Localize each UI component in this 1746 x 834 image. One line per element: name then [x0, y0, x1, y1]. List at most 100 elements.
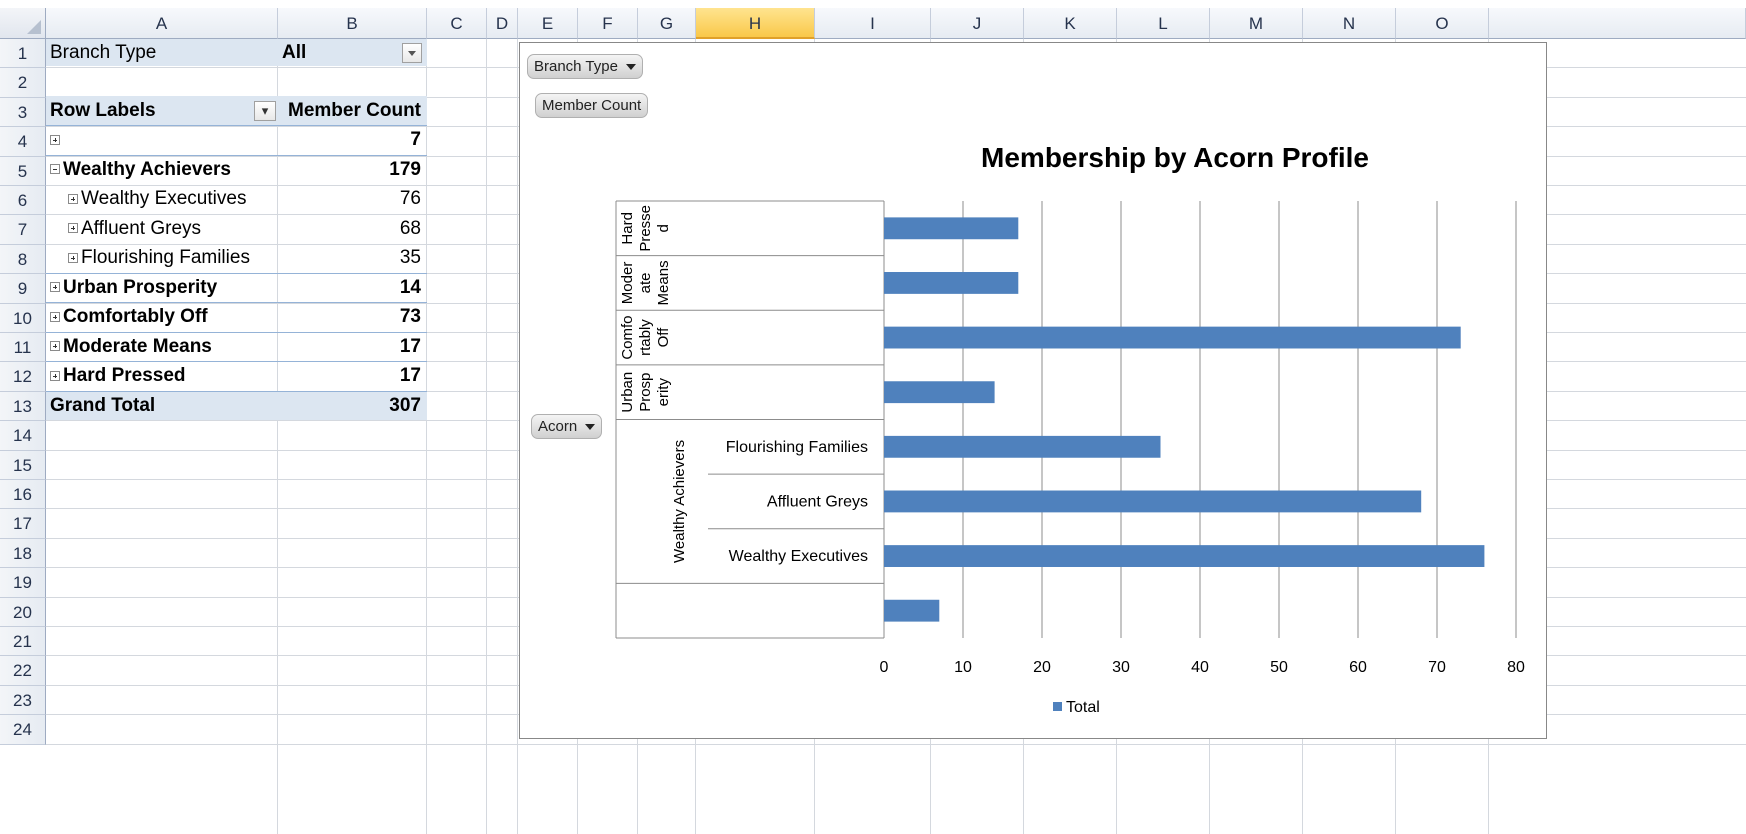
expand-plus-icon[interactable] [50, 341, 60, 352]
pivot-row-label: Comfortably Off [63, 306, 208, 327]
row-header-20[interactable]: 20 [0, 597, 46, 627]
group-label-line: Moder [619, 262, 636, 305]
bar [884, 599, 940, 622]
expand-plus-icon[interactable] [68, 252, 78, 263]
pivot-row-divider [46, 361, 427, 362]
column-header-f[interactable]: F [578, 8, 638, 39]
pivot-row[interactable]: Moderate Means [46, 332, 278, 362]
bar [884, 545, 1485, 567]
expand-plus-icon[interactable] [50, 370, 60, 381]
pivot-row[interactable]: Urban Prosperity [46, 273, 278, 303]
row-header-22[interactable]: 22 [0, 656, 46, 686]
column-header-l[interactable]: L [1117, 8, 1210, 39]
collapse-minus-icon[interactable] [50, 164, 60, 175]
expand-plus-icon[interactable] [50, 311, 60, 322]
row-header-8[interactable]: 8 [0, 244, 46, 275]
row-header-13[interactable]: 13 [0, 391, 46, 422]
pivot-row-value: 73 [399, 306, 421, 327]
row-gridline [46, 743, 1746, 745]
expand-plus-icon[interactable] [50, 282, 60, 293]
pivot-row-label: Wealthy Achievers [63, 158, 231, 180]
row-header-9[interactable]: 9 [0, 274, 46, 304]
chart-plot: Membership by Acorn Profile 0 10 20 30 40 50 60… [615, 142, 1525, 716]
chevron-down-icon [408, 51, 416, 56]
group-label-line: Means [655, 260, 672, 305]
row-header-21[interactable]: 21 [0, 627, 46, 657]
row-header-11[interactable]: 11 [0, 333, 46, 363]
row-header-4[interactable]: 4 [0, 127, 46, 157]
filter-label: Branch Type [50, 42, 157, 63]
row-header-3[interactable]: 3 [0, 97, 46, 128]
pivot-row-value: 17 [399, 365, 421, 386]
group-label-line: Hard [619, 212, 636, 245]
row-header-14[interactable]: 14 [0, 421, 46, 451]
column-header-e[interactable]: E [518, 8, 578, 39]
expand-plus-icon[interactable] [50, 134, 60, 145]
column-header-o[interactable]: O [1396, 8, 1489, 39]
sort-filter-button[interactable]: ▾ [254, 101, 276, 121]
row-header-7[interactable]: 7 [0, 215, 46, 245]
bar [884, 217, 1019, 240]
column-header-n[interactable]: N [1303, 8, 1396, 39]
column-header-j[interactable]: J [931, 8, 1024, 39]
pivot-row[interactable]: Hard Pressed [46, 361, 278, 391]
spreadsheet-grid[interactable]: ABCDEFGHIJKLMNO 1 2 3 4 5 6 7 8 9 10 11 12 13 14 15 16 1… [0, 0, 1746, 834]
pivot-row[interactable] [46, 125, 278, 155]
group-label-line: Urban [619, 372, 636, 413]
row-header-10[interactable]: 10 [0, 303, 46, 333]
filter-dropdown-button[interactable] [402, 43, 422, 63]
column-header-h[interactable]: H [696, 8, 815, 39]
pivot-row[interactable]: Wealthy Achievers [46, 155, 278, 185]
bar [884, 435, 1161, 458]
chart-title: Membership by Acorn Profile [981, 142, 1369, 173]
pivot-row[interactable]: Flourishing Families [46, 243, 278, 273]
expand-plus-icon[interactable] [68, 193, 78, 204]
column-header-b[interactable]: B [278, 8, 427, 39]
row-header-23[interactable]: 23 [0, 685, 46, 716]
row-header-1[interactable]: 1 [0, 39, 46, 69]
pivot-row[interactable]: Comfortably Off [46, 302, 278, 332]
row-header-16[interactable]: 16 [0, 480, 46, 510]
member-count-header: Member Count [288, 100, 421, 121]
column-header-c[interactable]: C [427, 8, 487, 39]
row-header-6[interactable]: 6 [0, 186, 46, 216]
column-header-k[interactable]: K [1024, 8, 1117, 39]
column-header-a[interactable]: A [46, 8, 278, 39]
grand-total-value: 307 [389, 395, 421, 416]
x-tick-label: 60 [1349, 659, 1367, 676]
row-header-17[interactable]: 17 [0, 509, 46, 539]
row-header-2[interactable]: 2 [0, 68, 46, 98]
legend-swatch [1053, 702, 1062, 711]
pivot-row-divider [46, 331, 427, 333]
bar [884, 272, 1019, 294]
column-header-g[interactable]: G [638, 8, 696, 39]
pivot-chart[interactable]: Branch Type Member Count Acorn Membershi… [519, 42, 1547, 739]
row-header-12[interactable]: 12 [0, 362, 46, 392]
expand-plus-icon[interactable] [68, 223, 78, 234]
pivot-row-label: Flourishing Families [81, 247, 250, 268]
x-tick-label: 40 [1191, 659, 1209, 676]
pivot-row[interactable]: Affluent Greys [46, 214, 278, 244]
pivot-row-value: 7 [410, 129, 421, 150]
column-header-overflow[interactable] [1489, 8, 1746, 39]
row-header-5[interactable]: 5 [0, 156, 46, 186]
group-label-line: Off [655, 327, 672, 348]
row-header-15[interactable]: 15 [0, 450, 46, 480]
pivot-row-value: 76 [399, 188, 421, 209]
select-all-corner[interactable] [0, 8, 46, 39]
row-header-24[interactable]: 24 [0, 715, 46, 745]
x-tick-label: 70 [1428, 659, 1446, 676]
column-header-m[interactable]: M [1210, 8, 1303, 39]
pivot-row[interactable]: Wealthy Executives [46, 184, 278, 214]
filter-value[interactable]: All [278, 39, 398, 66]
group-label-line: rtably [637, 319, 654, 356]
column-header-i[interactable]: I [815, 8, 931, 39]
row-header-19[interactable]: 19 [0, 568, 46, 598]
row-header-18[interactable]: 18 [0, 538, 46, 569]
group-label-line: Presse [637, 205, 654, 252]
bar [884, 326, 1461, 349]
pivot-row-label: Wealthy Executives [81, 188, 247, 209]
pivot-row-value: 68 [399, 217, 421, 239]
x-tick-label: 10 [954, 659, 972, 676]
column-header-d[interactable]: D [487, 8, 518, 39]
